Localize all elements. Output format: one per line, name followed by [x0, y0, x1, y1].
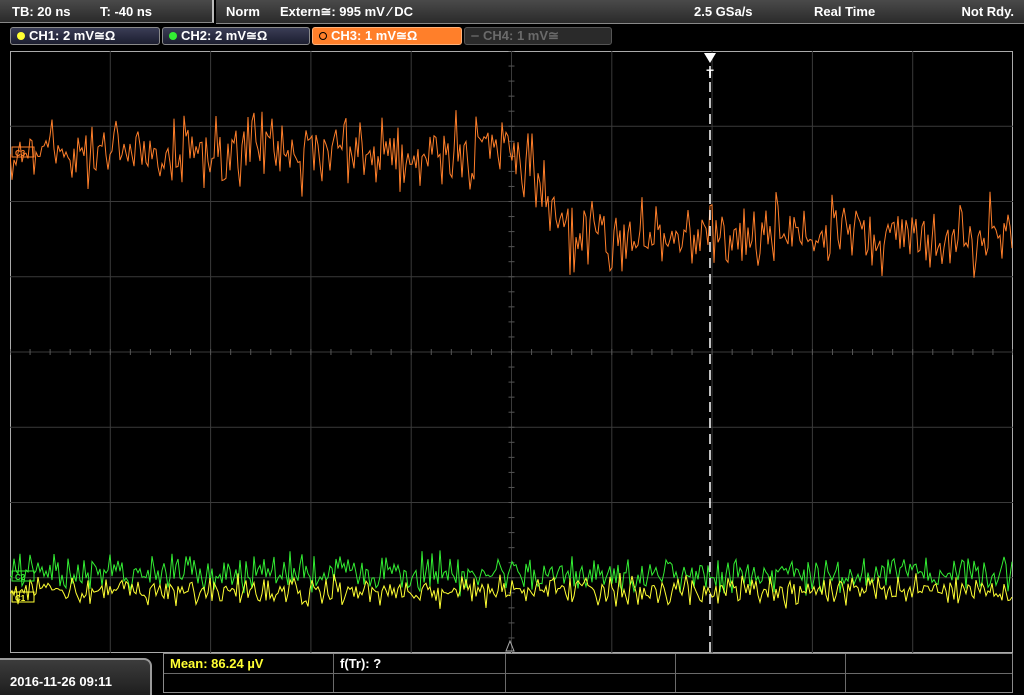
trigger-box[interactable]: Norm Extern≅: 995 mV ⁄ DC 2.5 GSa/s Real…	[216, 0, 1024, 24]
acquisition-status: Not Rdy.	[961, 4, 1014, 19]
measurement-cell-empty[interactable]	[506, 674, 676, 692]
measurement-cell-empty[interactable]	[676, 674, 846, 692]
status-bar: TB: 20 ns T: -40 ns Norm Extern≅: 995 mV…	[0, 0, 1024, 24]
ch3-marker-label: C3	[15, 149, 26, 158]
rise-frequency-measurement: f(Tr): ?	[340, 656, 382, 671]
ch3-indicator-icon	[319, 32, 327, 40]
sample-rate: 2.5 GSa/s	[694, 4, 753, 19]
measurement-cell-empty[interactable]	[506, 654, 676, 674]
trigger-offset-readout: T: -40 ns	[100, 4, 153, 19]
ch4-indicator-icon	[471, 35, 479, 37]
channel-tabs: CH1: 2 mV≅Ω CH2: 2 mV≅Ω CH3: 1 mV≅Ω CH4:…	[0, 24, 1024, 48]
ch2-marker-label: C2	[15, 573, 26, 582]
ch1-indicator-icon	[17, 32, 25, 40]
tab-ch3[interactable]: CH3: 1 mV≅Ω	[312, 27, 462, 45]
mean-measurement: Mean: 86.24 µV	[170, 656, 264, 671]
ch4-label: CH4: 1 mV≅	[483, 28, 559, 43]
timebase-box[interactable]: TB: 20 ns T: -40 ns	[0, 0, 214, 23]
tab-ch1[interactable]: CH1: 2 mV≅Ω	[10, 27, 160, 45]
realtime-mode: Real Time	[814, 4, 876, 19]
acquisition-mode: Norm	[226, 4, 260, 19]
trigger-marker[interactable]: T	[706, 67, 714, 81]
measurement-cell-mean[interactable]: Mean: 86.24 µV	[164, 654, 334, 674]
trigger-arrow-icon	[704, 53, 716, 63]
datetime: 2016-11-26 09:11	[10, 674, 112, 689]
tab-ch4[interactable]: CH4: 1 mV≅	[464, 27, 612, 45]
measurement-cell-empty[interactable]	[676, 654, 846, 674]
timebase-readout: TB: 20 ns	[12, 4, 71, 19]
datetime-box: 2016-11-26 09:11	[0, 658, 152, 695]
ch3-label: CH3: 1 mV≅Ω	[331, 28, 418, 43]
measurement-cell-empty[interactable]	[164, 674, 334, 692]
measurement-cell-empty[interactable]	[334, 674, 506, 692]
trigger-source: Extern≅: 995 mV ⁄ DC	[280, 4, 413, 19]
ch1-label: CH1: 2 mV≅Ω	[29, 28, 116, 43]
ch3-ground-marker[interactable]: C3	[11, 146, 35, 158]
measurement-cell-empty[interactable]	[846, 654, 1012, 674]
waveform-display[interactable]: T C3 C2 C1	[10, 51, 1013, 653]
ch1-ground-marker[interactable]: C1	[11, 591, 35, 603]
ch1-marker-label: C1	[15, 594, 26, 603]
ch2-indicator-icon	[169, 32, 177, 40]
measurement-table[interactable]: Mean: 86.24 µV f(Tr): ?	[163, 653, 1013, 693]
tab-ch2[interactable]: CH2: 2 mV≅Ω	[162, 27, 310, 45]
ch2-label: CH2: 2 mV≅Ω	[181, 28, 268, 43]
measurement-cell-empty[interactable]	[846, 674, 1012, 692]
measurement-cell-ftr[interactable]: f(Tr): ?	[334, 654, 506, 674]
trigger-position-icon	[505, 639, 515, 652]
